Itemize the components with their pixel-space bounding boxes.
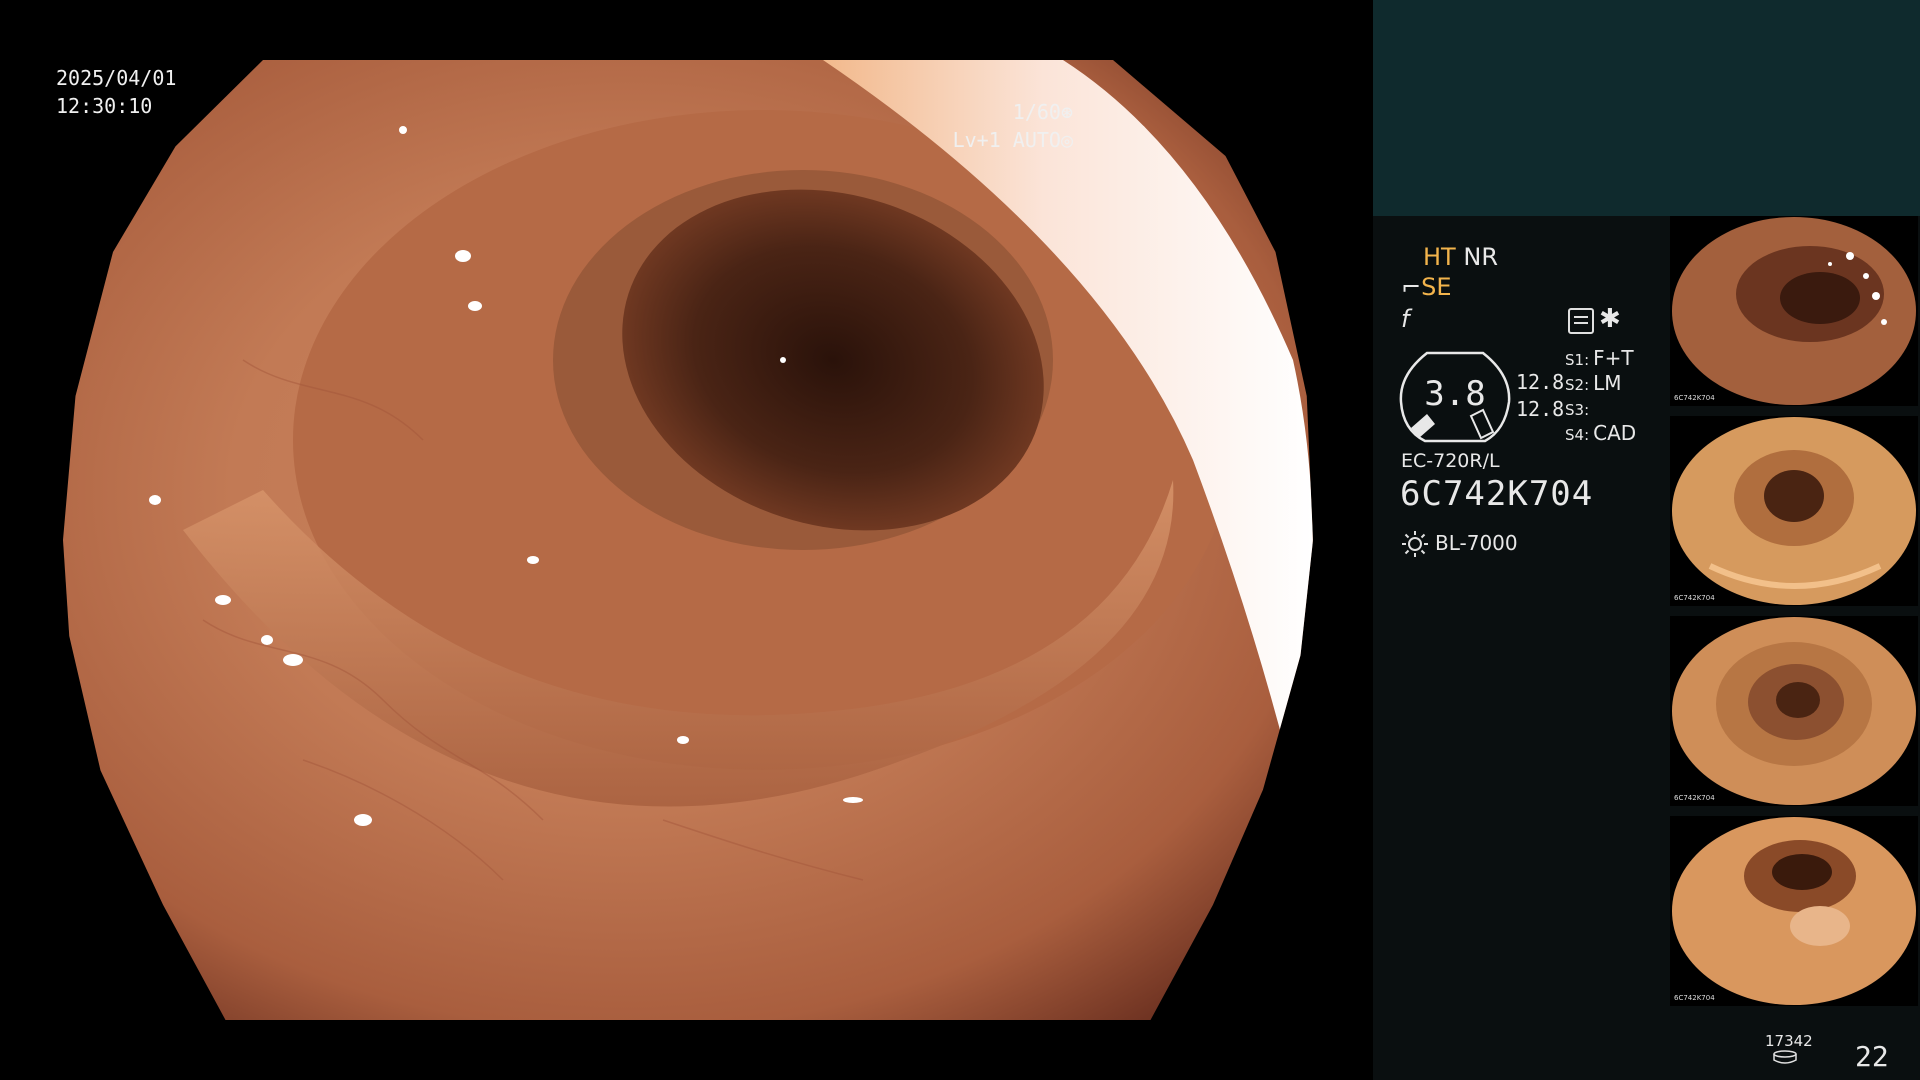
image-counter: 22 <box>1855 1040 1889 1073</box>
disk-icon <box>1773 1050 1797 1064</box>
sun-icon <box>1402 531 1428 557</box>
scope-serial: 6C742K704 <box>1400 474 1594 514</box>
slot-3: S3: <box>1565 401 1590 419</box>
gauge-value: 3.8 <box>1424 374 1486 414</box>
colon-lumen-image <box>63 60 1313 1020</box>
ht-label: HT <box>1423 243 1456 271</box>
value-a: 12.8 <box>1516 370 1565 394</box>
enhancement-row: HT NR <box>1423 242 1498 272</box>
thumbnail-serial: 6C742K704 <box>1674 394 1715 402</box>
time-label: 12:30:10 <box>56 94 153 118</box>
thumbnail-image <box>1672 617 1916 805</box>
capture-thumbnail-1[interactable]: 6C742K704 <box>1670 216 1918 406</box>
shutter-readout: 1/60⊛ <box>813 98 1073 126</box>
thumbnail-serial: 6C742K704 <box>1674 594 1715 602</box>
scope-model: EC-720R/L <box>1401 450 1500 472</box>
capture-thumbnail-3[interactable]: 6C742K704 <box>1670 616 1918 806</box>
endoscope-view: 2025/04/01 12:30:10 1/60⊛ Lv+1 AUTO◎ <box>0 0 1373 1080</box>
f-row: f <box>1401 304 1409 334</box>
thumbnail-serial: 6C742K704 <box>1674 994 1715 1002</box>
menu-list-icon <box>1568 308 1594 334</box>
slot-2: S2: LM <box>1565 371 1622 395</box>
level-label: Lv+1 AUTO <box>952 128 1061 152</box>
stabilizer-row: ⌐SE <box>1401 272 1452 302</box>
slot-1: S1: F+T <box>1565 346 1634 370</box>
thumbnail-image <box>1672 217 1916 405</box>
nr-label: NR <box>1463 243 1498 271</box>
thumbnail-image <box>1672 417 1916 605</box>
se-label: SE <box>1421 273 1452 301</box>
side-panel: HT NR ⌐SE f ✱ 3.8 12.8 12.8 S1: F+T S2: LM… <box>1373 0 1920 1080</box>
lamp-name: BL-7000 <box>1435 531 1518 555</box>
capture-thumbnail-4[interactable]: 6C742K704 <box>1670 816 1918 1006</box>
f-label: f <box>1401 305 1410 333</box>
image-counter-total: 17342 <box>1765 1032 1813 1050</box>
endoscope-image <box>63 60 1313 1020</box>
date-time-readout: 2025/04/01 12:30:10 <box>56 64 176 120</box>
shutter-icon: ⊛ <box>1060 100 1073 124</box>
hand-icon: ⌐ <box>1401 273 1422 301</box>
shutter-label: 1/60 <box>1012 100 1061 124</box>
capture-thumbnail-2[interactable]: 6C742K704 <box>1670 416 1918 606</box>
top-panel <box>1373 0 1920 216</box>
slot-4: S4: CAD <box>1565 421 1637 445</box>
asterisk-icon: ✱ <box>1599 304 1621 334</box>
thumbnail-serial: 6C742K704 <box>1674 794 1715 802</box>
level-readout: Lv+1 AUTO◎ <box>813 126 1073 154</box>
value-b: 12.8 <box>1516 397 1565 421</box>
auto-iris-icon: ◎ <box>1060 128 1073 152</box>
thumbnail-image <box>1672 817 1916 1005</box>
date-label: 2025/04/01 <box>56 66 177 90</box>
